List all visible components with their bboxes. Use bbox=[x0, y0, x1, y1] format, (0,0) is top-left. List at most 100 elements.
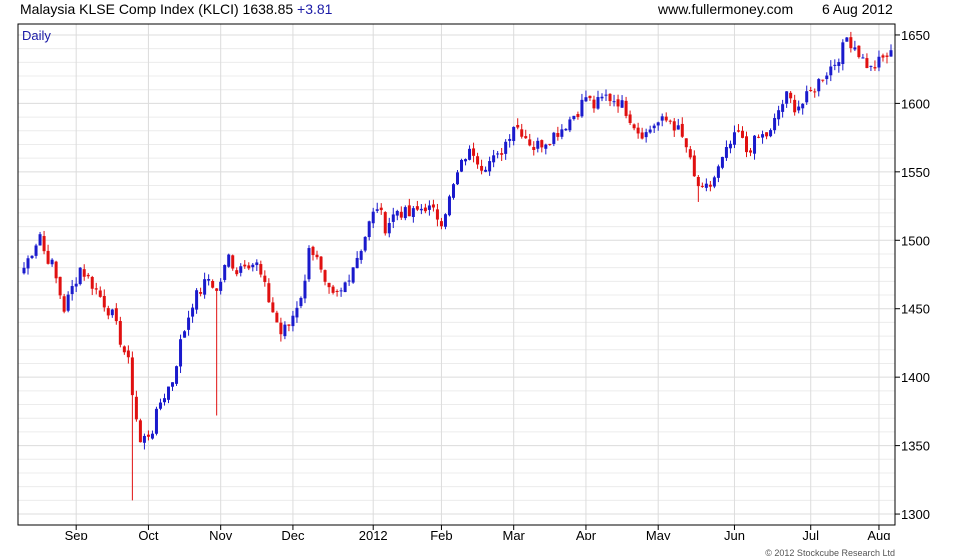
candle-up bbox=[644, 132, 648, 138]
candle-down bbox=[821, 79, 825, 81]
candle-down bbox=[46, 250, 50, 264]
candle-up bbox=[427, 205, 431, 210]
candle-down bbox=[548, 143, 552, 145]
candle-up bbox=[187, 317, 191, 330]
candle-down bbox=[668, 120, 672, 122]
candle-down bbox=[736, 130, 740, 132]
candle-down bbox=[54, 261, 58, 279]
candle-down bbox=[640, 132, 644, 139]
candle-down bbox=[134, 396, 138, 420]
candle-down bbox=[146, 434, 150, 437]
candle-down bbox=[680, 123, 684, 137]
candle-up bbox=[162, 398, 166, 403]
candle-up bbox=[869, 65, 873, 67]
x-tick-label: Dec bbox=[281, 528, 305, 540]
candle-down bbox=[126, 350, 130, 358]
candle-up bbox=[142, 435, 146, 443]
candle-down bbox=[90, 276, 94, 289]
candle-up bbox=[560, 129, 564, 137]
candle-down bbox=[319, 256, 323, 270]
candle-down bbox=[500, 153, 504, 155]
candle-up bbox=[841, 42, 845, 65]
candle-up bbox=[283, 324, 287, 337]
candle-up bbox=[488, 161, 492, 172]
candle-down bbox=[243, 264, 247, 267]
plot-frame bbox=[17, 23, 896, 526]
candle-up bbox=[30, 255, 34, 258]
candle-down bbox=[118, 320, 122, 345]
candle-up bbox=[889, 50, 893, 57]
candle-down bbox=[524, 136, 528, 139]
candle-up bbox=[307, 248, 311, 280]
candle-up bbox=[22, 267, 26, 274]
candle-down bbox=[745, 136, 748, 153]
candle-up bbox=[596, 97, 600, 109]
candle-up bbox=[343, 282, 347, 293]
candle-up bbox=[572, 115, 576, 120]
candle-up bbox=[612, 101, 616, 103]
candle-up bbox=[508, 138, 512, 141]
candle-up bbox=[536, 140, 540, 149]
candle-up bbox=[411, 208, 415, 217]
candle-down bbox=[632, 124, 636, 129]
candle-down bbox=[480, 165, 484, 171]
candle-up bbox=[552, 132, 556, 144]
x-tick-label: 2012 bbox=[359, 528, 388, 540]
candle-down bbox=[873, 67, 877, 69]
candle-up bbox=[351, 267, 355, 283]
candle-up bbox=[419, 208, 423, 211]
candle-down bbox=[331, 286, 335, 293]
candle-up bbox=[853, 47, 857, 50]
candle-up bbox=[74, 283, 78, 287]
candle-up bbox=[512, 126, 516, 141]
x-tick-label: Apr bbox=[576, 528, 597, 540]
candle-down bbox=[138, 420, 142, 443]
candle-up bbox=[504, 141, 508, 154]
candle-up bbox=[817, 79, 821, 92]
candle-down bbox=[383, 212, 387, 234]
candle-up bbox=[468, 148, 472, 160]
x-tick-label: May bbox=[646, 528, 671, 540]
candle-up bbox=[219, 281, 223, 291]
candle-up bbox=[50, 259, 54, 265]
candle-up bbox=[492, 155, 496, 163]
candle-down bbox=[82, 269, 86, 277]
candle-up bbox=[484, 169, 488, 172]
candle-down bbox=[279, 322, 283, 335]
candle-up bbox=[167, 386, 170, 400]
candle-up bbox=[158, 402, 162, 409]
candle-up bbox=[223, 265, 227, 280]
candle-up bbox=[70, 286, 74, 295]
candle-up bbox=[584, 97, 588, 102]
candle-down bbox=[700, 185, 704, 187]
candle-down bbox=[849, 37, 853, 49]
candle-down bbox=[636, 127, 640, 134]
y-tick-label: 1300 bbox=[901, 507, 930, 522]
candle-up bbox=[716, 166, 720, 178]
candle-down bbox=[98, 290, 102, 297]
candle-down bbox=[106, 308, 110, 316]
candle-up bbox=[363, 236, 367, 251]
candle-up bbox=[391, 214, 395, 222]
y-tick-label: 1400 bbox=[901, 370, 930, 385]
candle-down bbox=[114, 308, 118, 322]
x-tick-label: Feb bbox=[430, 528, 452, 540]
candle-up bbox=[66, 294, 70, 311]
candle-down bbox=[576, 114, 580, 117]
candle-up bbox=[195, 290, 199, 310]
candle-up bbox=[375, 209, 379, 211]
candle-up bbox=[660, 116, 664, 121]
candle-down bbox=[58, 276, 62, 296]
candle-up bbox=[801, 103, 805, 109]
candle-up bbox=[447, 196, 451, 216]
candle-up bbox=[460, 159, 464, 172]
candle-up bbox=[656, 122, 660, 126]
candle-down bbox=[62, 296, 66, 312]
candle-down bbox=[556, 133, 560, 137]
candle-down bbox=[130, 357, 134, 396]
candle-up bbox=[704, 183, 708, 188]
candle-down bbox=[692, 155, 696, 177]
candle-down bbox=[415, 206, 419, 210]
candle-down bbox=[267, 283, 271, 303]
candle-down bbox=[540, 140, 544, 148]
